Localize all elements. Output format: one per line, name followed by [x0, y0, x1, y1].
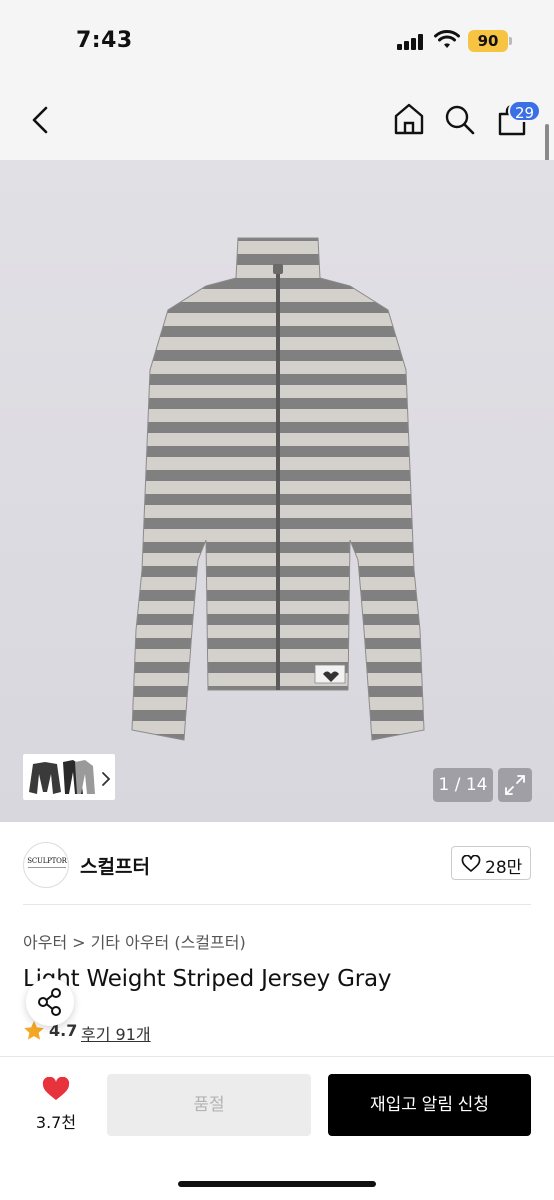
expand-image-button[interactable]: [498, 768, 532, 802]
brand-logo[interactable]: SCULPTOR: [23, 842, 69, 888]
battery-indicator: 90: [468, 30, 508, 52]
product-image-carousel[interactable]: 1 / 14: [0, 160, 554, 822]
breadcrumb-separator: >: [72, 933, 86, 952]
product-info-section: SCULPTOR 스컬프터 28만 아우터 > 기타 아우터 (스컬프터) Ligh…: [0, 822, 554, 1060]
bottom-action-bar: 3.7천 품절 재입고 알림 신청: [0, 1056, 554, 1200]
chevron-right-icon[interactable]: [100, 771, 112, 787]
brand-like-count: 28만: [485, 858, 523, 878]
heart-outline-icon: [461, 855, 481, 872]
top-nav-bar: 29: [0, 80, 554, 160]
breadcrumb-item-outer[interactable]: 아우터: [23, 933, 67, 952]
breadcrumb-item-other-outer[interactable]: 기타 아우터 (스컬프터): [91, 933, 246, 952]
cellular-signal-icon: [397, 34, 425, 50]
back-arrow-icon[interactable]: [26, 104, 56, 136]
restock-alert-button[interactable]: 재입고 알림 신청: [328, 1074, 531, 1136]
share-icon: [38, 988, 61, 1016]
heart-filled-icon[interactable]: [42, 1077, 70, 1102]
thumbnail-jackets-image: [29, 760, 95, 794]
image-page-counter: 1 / 14: [433, 768, 493, 802]
brand-logo-rule: [28, 867, 66, 868]
share-button[interactable]: [26, 978, 74, 1026]
striped-jacket-image: [131, 237, 425, 741]
product-title: Light Weight Striped Jersey Gray: [23, 966, 392, 992]
status-time: 7:43: [76, 28, 133, 53]
review-count-link[interactable]: 후기 91개: [81, 1021, 151, 1045]
wish-count: 3.7천: [35, 1113, 77, 1132]
product-page: 7:43 90 29 1 / 14 SCULPTOR 스컬프터 28만 아우터 …: [0, 0, 554, 1200]
soldout-button[interactable]: 품절: [107, 1074, 311, 1136]
home-indicator[interactable]: [178, 1181, 376, 1187]
brand-name-link[interactable]: 스컬프터: [80, 852, 150, 879]
expand-icon: [505, 775, 525, 795]
home-icon[interactable]: [393, 102, 425, 136]
search-icon[interactable]: [444, 104, 476, 136]
divider: [23, 904, 531, 905]
cart-count-badge: 29: [508, 100, 542, 122]
brand-like-button[interactable]: 28만: [451, 846, 531, 880]
status-bar: 7:43 90: [0, 0, 554, 80]
brand-logo-text: SCULPTOR: [27, 857, 67, 865]
battery-tip: [509, 37, 512, 45]
wifi-icon: [434, 30, 460, 48]
breadcrumb: 아우터 > 기타 아우터 (스컬프터): [23, 929, 246, 953]
